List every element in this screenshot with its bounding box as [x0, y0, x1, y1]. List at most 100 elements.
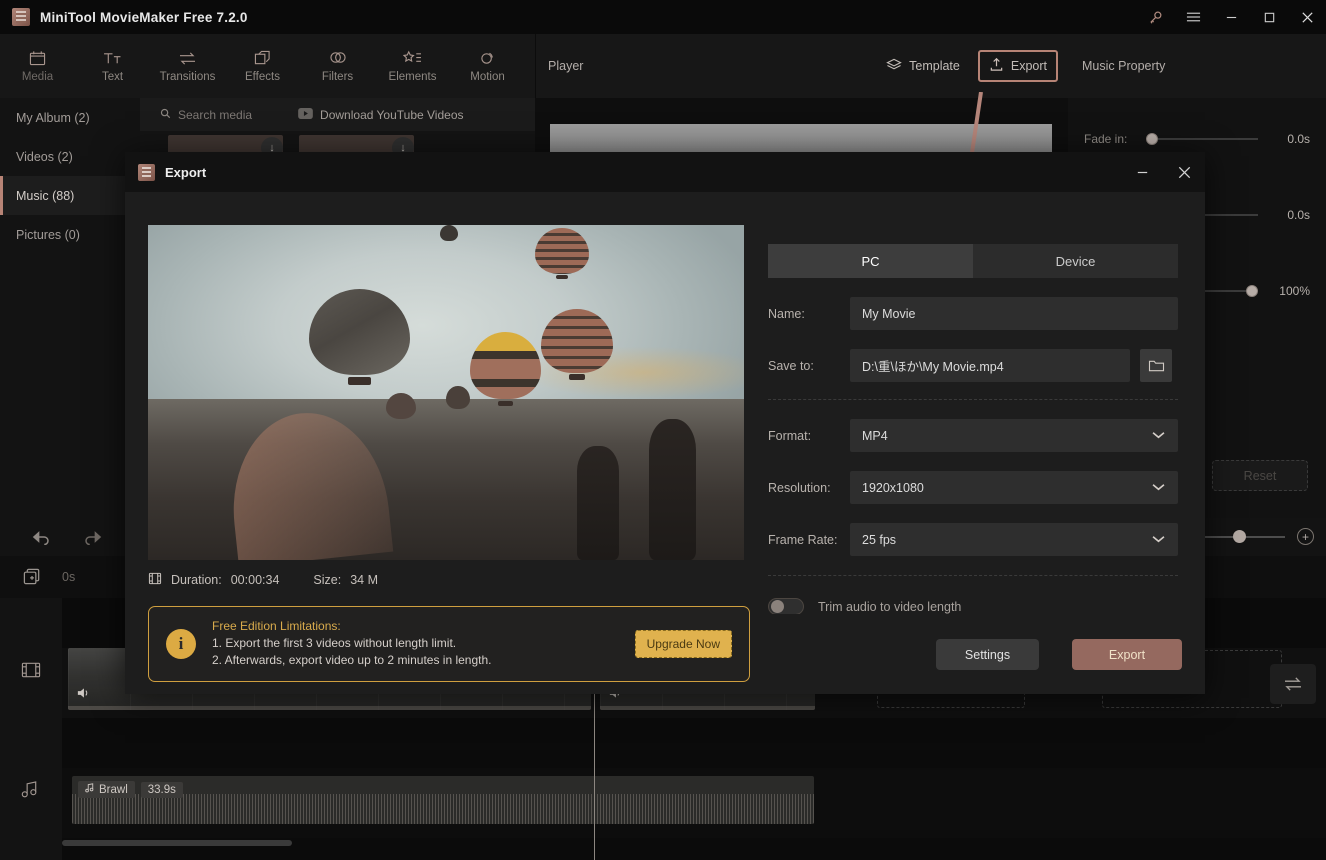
dialog-close-button[interactable]: [1163, 152, 1205, 192]
sidebar-item-music[interactable]: Music (88): [0, 176, 140, 215]
free-edition-notice: i Free Edition Limitations: 1. Export th…: [148, 606, 750, 682]
speaker-icon[interactable]: [76, 686, 90, 700]
maximize-button[interactable]: [1250, 0, 1288, 34]
format-row: Format: MP4: [768, 419, 1178, 452]
tab-elements-label: Elements: [388, 71, 437, 83]
saveto-input[interactable]: D:\重\ほか\My Movie.mp4: [850, 349, 1130, 382]
title-bar: MiniTool MovieMaker Free 7.2.0: [0, 0, 1326, 34]
timeline-scrollbar[interactable]: [62, 840, 292, 846]
framerate-label: Frame Rate:: [768, 532, 838, 547]
audio-track-lane[interactable]: Brawl 33.9s: [62, 768, 1326, 838]
audio-waveform: [72, 794, 814, 824]
motion-icon: [479, 49, 497, 67]
menu-icon[interactable]: [1174, 0, 1212, 34]
slider-knob[interactable]: [1246, 285, 1258, 297]
transition-shortcut-button[interactable]: [1270, 664, 1316, 704]
tab-text[interactable]: Text: [75, 34, 150, 98]
export-button[interactable]: Export: [1072, 639, 1182, 670]
sidebar-item-videos[interactable]: Videos (2): [0, 137, 140, 176]
balloon-right: [541, 308, 613, 389]
close-button[interactable]: [1288, 0, 1326, 34]
format-select[interactable]: MP4: [850, 419, 1178, 452]
preview-person-right: [648, 419, 697, 560]
media-icon: [29, 49, 46, 67]
tab-media[interactable]: Media: [0, 34, 75, 98]
dialog-app-icon: [138, 163, 155, 181]
template-icon: [886, 58, 902, 75]
fade-in-label: Fade in:: [1084, 132, 1128, 146]
dialog-title-bar: Export: [125, 152, 1205, 192]
tab-effects[interactable]: Effects: [225, 34, 300, 98]
name-row: Name: My Movie: [768, 297, 1178, 330]
redo-icon[interactable]: [76, 519, 112, 555]
sidebar-item-pictures[interactable]: Pictures (0): [0, 215, 140, 254]
template-button[interactable]: Template: [876, 52, 970, 81]
sidebar-item-label: Music (88): [16, 188, 75, 203]
upgrade-now-button[interactable]: Upgrade Now: [634, 630, 732, 658]
browse-folder-button[interactable]: [1140, 349, 1172, 382]
export-dialog: Export Duration: 00:00:34 Size: 34 M PC …: [125, 152, 1205, 694]
tab-filters[interactable]: Filters: [300, 34, 375, 98]
player-export-button[interactable]: Export: [977, 50, 1058, 82]
size-label: Size:: [313, 573, 342, 587]
toggle-knob: [771, 600, 784, 613]
settings-button[interactable]: Settings: [936, 639, 1039, 670]
youtube-icon: [298, 107, 313, 122]
notice-line-1: 1. Export the first 3 videos without len…: [212, 635, 457, 650]
audio-clip-tags: Brawl 33.9s: [78, 781, 183, 798]
tab-transitions-label: Transitions: [159, 71, 216, 83]
volume-value: 100%: [1279, 284, 1310, 298]
audio-clip-duration: 33.9s: [140, 781, 183, 798]
audio-clip[interactable]: Brawl 33.9s: [72, 776, 814, 824]
zoom-knob[interactable]: [1233, 529, 1246, 543]
player-export-label: Export: [1010, 59, 1047, 73]
minimize-button[interactable]: [1212, 0, 1250, 34]
tab-motion[interactable]: Motion: [450, 34, 525, 98]
add-media-icon[interactable]: [22, 566, 44, 588]
timeline-current-time: 0s: [62, 570, 76, 584]
dialog-title: Export: [165, 164, 207, 180]
resolution-select[interactable]: 1920x1080: [850, 471, 1178, 504]
slider-knob[interactable]: [1146, 133, 1158, 145]
name-input[interactable]: My Movie: [850, 297, 1178, 330]
download-youtube-button[interactable]: Download YouTube Videos: [298, 107, 464, 122]
sidebar-item-my-album[interactable]: My Album (2): [0, 98, 140, 137]
name-label: Name:: [768, 306, 805, 321]
tab-filters-label: Filters: [321, 71, 354, 83]
chevron-down-icon: [1151, 429, 1166, 443]
tab-pc[interactable]: PC: [768, 244, 973, 278]
media-toolbar: Search media Download YouTube Videos: [140, 98, 535, 131]
balloon-large: [308, 288, 411, 400]
saveto-label: Save to:: [768, 358, 814, 373]
tab-elements[interactable]: Elements: [375, 34, 450, 98]
elements-icon: [403, 49, 422, 67]
destination-tabs: PC Device: [768, 244, 1178, 278]
tab-device[interactable]: Device: [973, 244, 1178, 278]
undo-icon[interactable]: [22, 519, 58, 555]
format-value: MP4: [862, 428, 888, 443]
fade-in-slider[interactable]: [1146, 133, 1258, 145]
timeline-track-gutter: [0, 598, 62, 860]
framerate-select[interactable]: 25 fps: [850, 523, 1178, 556]
app-window: MiniTool MovieMaker Free 7.2.0 Media Tex…: [0, 0, 1326, 860]
tab-transitions[interactable]: Transitions: [150, 34, 225, 98]
export-settings-form: PC Device Name: My Movie Save to: D:\重\ほ…: [768, 244, 1178, 615]
clip-waveform: [68, 706, 591, 710]
app-logo-icon: [12, 8, 30, 26]
dialog-body: Duration: 00:00:34 Size: 34 M PC Device …: [125, 192, 1205, 615]
audio-clip-name: Brawl: [78, 781, 135, 798]
search-input[interactable]: Search media: [160, 108, 252, 122]
film-icon: [148, 572, 162, 588]
dialog-window-controls: [1121, 152, 1205, 192]
zoom-in-icon[interactable]: +: [1297, 528, 1314, 545]
preview-person-left: [577, 446, 619, 560]
reset-button[interactable]: Reset: [1212, 460, 1308, 491]
export-meta: Duration: 00:00:34 Size: 34 M: [148, 572, 378, 588]
video-track-icon: [20, 660, 42, 682]
trim-audio-label: Trim audio to video length: [818, 599, 962, 614]
media-category-list: My Album (2) Videos (2) Music (88) Pictu…: [0, 98, 140, 518]
key-icon[interactable]: [1136, 0, 1174, 34]
dialog-minimize-button[interactable]: [1121, 152, 1163, 192]
trim-audio-toggle[interactable]: [768, 598, 804, 615]
tab-motion-label: Motion: [470, 71, 505, 83]
